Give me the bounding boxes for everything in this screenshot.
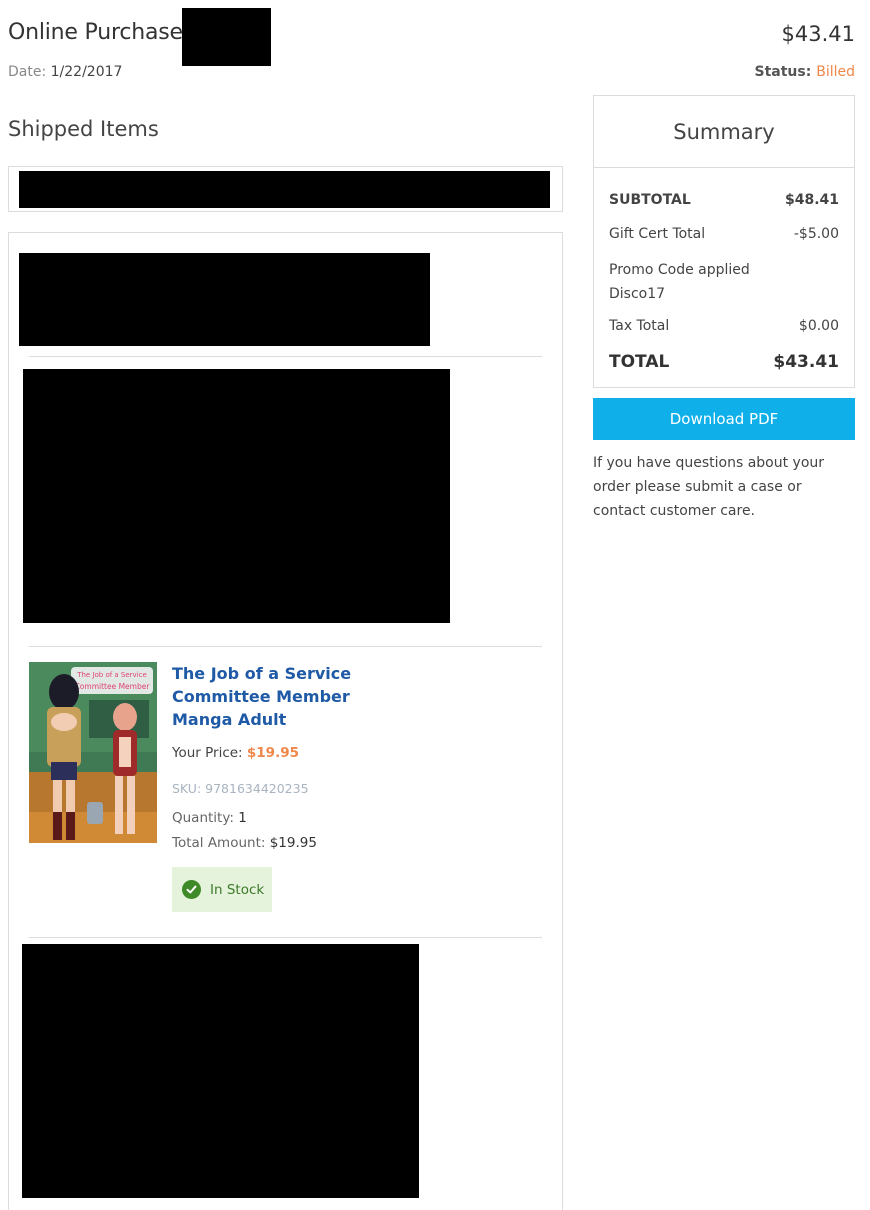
sku-label: SKU: (172, 781, 202, 796)
sku-value: 9781634420235 (205, 781, 309, 796)
gift-cert-label: Gift Cert Total (609, 226, 706, 242)
order-grand-total: $43.41 (781, 22, 855, 46)
tax-value: $0.00 (798, 318, 839, 334)
status-label: Status: (754, 64, 812, 80)
product-sku: SKU: 9781634420235 (172, 781, 309, 796)
promo-code-value: Disco17 (609, 286, 666, 302)
price-label: Your Price: (172, 745, 243, 761)
stock-status-label: In Stock (210, 881, 265, 898)
cover-title-2: Committee Member (75, 682, 151, 691)
quantity-value: 1 (238, 810, 247, 826)
total-label: TOTAL (609, 352, 670, 372)
download-pdf-button[interactable]: Download PDF (593, 398, 855, 440)
order-status: Status: Billed (755, 64, 855, 80)
total-row: TOTAL $43.41 (609, 352, 839, 372)
subtotal-row: SUBTOTAL $48.41 (609, 192, 839, 208)
redacted-block (22, 944, 419, 1198)
stock-status-badge: In Stock (172, 867, 272, 912)
total-amount-value: $19.95 (269, 835, 317, 851)
date-label: Date: (8, 64, 47, 80)
total-value: $43.41 (773, 352, 839, 372)
summary-title: Summary (594, 96, 854, 168)
redacted-block (23, 369, 450, 623)
total-amount-label: Total Amount: (172, 835, 266, 851)
quantity-label: Quantity: (172, 810, 234, 826)
shipped-items-heading: Shipped Items (8, 117, 159, 141)
product-name-link[interactable]: The Job of a Service Committee Member Ma… (172, 662, 412, 731)
shipment-info-panel (8, 166, 563, 212)
tax-row: Tax Total $0.00 (609, 318, 839, 334)
product-cover-image[interactable]: The Job of a Service Committee Member (29, 662, 157, 843)
order-summary-panel: Summary SUBTOTAL $48.41 Gift Cert Total … (593, 95, 855, 388)
gift-cert-row: Gift Cert Total -$5.00 (609, 226, 839, 242)
divider (29, 937, 542, 938)
price-value: $19.95 (246, 745, 299, 761)
check-circle-icon (182, 880, 201, 899)
product-price: Your Price: $19.95 (172, 745, 299, 761)
product-total-amount: Total Amount: $19.95 (172, 835, 317, 851)
tax-label: Tax Total (609, 318, 670, 334)
promo-code-label: Promo Code applied (609, 262, 750, 278)
subtotal-value: $48.41 (784, 192, 839, 208)
order-date: Date: 1/22/2017 (8, 64, 122, 80)
redacted-block (19, 171, 550, 208)
promo-code-row: Promo Code applied Disco17 (609, 258, 750, 306)
cover-title-1: The Job of a Service (76, 671, 147, 679)
help-text: If you have questions about your order p… (593, 455, 825, 519)
subtotal-label: SUBTOTAL (609, 192, 691, 208)
redacted-block (182, 8, 271, 66)
status-value: Billed (816, 64, 855, 80)
divider (29, 646, 542, 647)
gift-cert-value: -$5.00 (793, 226, 839, 242)
date-value: 1/22/2017 (50, 64, 123, 80)
divider (29, 356, 542, 357)
page-title: Online Purchase (8, 20, 183, 45)
redacted-block (19, 253, 430, 346)
product-quantity: Quantity: 1 (172, 810, 247, 826)
